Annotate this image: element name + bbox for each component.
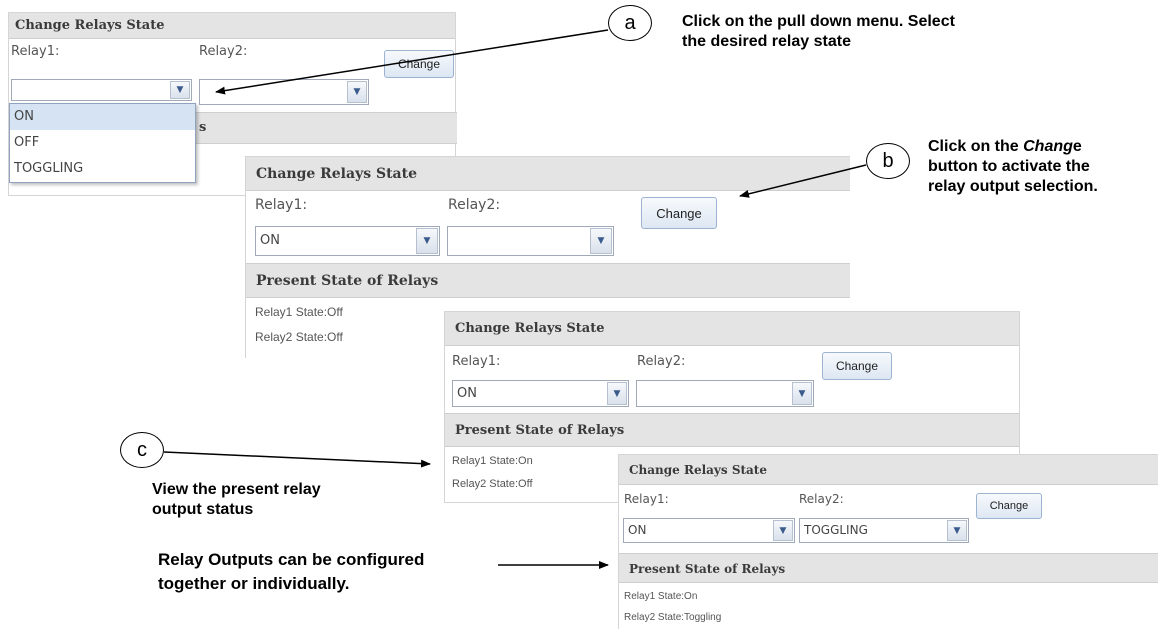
relay2-label: Relay2: xyxy=(448,197,501,213)
step-b-instruction: Click on the Change button to activate t… xyxy=(928,138,1098,195)
chevron-down-icon: ▼ xyxy=(347,81,367,103)
relay1-dropdown-list[interactable]: ON OFF TOGGLING xyxy=(9,103,196,183)
chevron-down-icon: ▼ xyxy=(773,520,793,541)
relay-outputs-note: Relay Outputs can be configured together… xyxy=(158,550,425,593)
relay2-select[interactable]: TOGGLING ▼ xyxy=(799,518,969,543)
chevron-down-icon: ▼ xyxy=(792,382,812,405)
relay1-select[interactable]: ON ▼ xyxy=(452,380,629,407)
step-b-marker: b xyxy=(866,143,910,179)
relay1-state: Relay1 State:Off xyxy=(255,305,343,319)
dropdown-option-off[interactable]: OFF xyxy=(10,130,195,156)
chevron-down-icon: ▼ xyxy=(607,382,627,405)
change-relays-header: Change Relays State xyxy=(445,312,1019,346)
present-state-header: Present State of Relays xyxy=(619,553,1158,583)
relay2-select[interactable]: ▼ xyxy=(199,79,369,105)
relay-panel-step-d: Change Relays State Relay1: Relay2: ON ▼… xyxy=(618,454,1158,629)
step-c-marker: c xyxy=(120,432,164,468)
relay2-label: Relay2: xyxy=(199,44,248,59)
dropdown-option-toggling[interactable]: TOGGLING xyxy=(10,156,195,182)
relay1-label: Relay1: xyxy=(11,44,60,59)
relay2-state: Relay2 State:Off xyxy=(255,330,343,344)
chevron-down-icon: ▼ xyxy=(590,228,612,254)
relay2-label: Relay2: xyxy=(799,492,844,506)
relay1-label: Relay1: xyxy=(255,197,308,213)
relay1-state: Relay1 State:On xyxy=(452,455,533,467)
relay1-select[interactable]: ON ▼ xyxy=(623,518,795,543)
relay2-label: Relay2: xyxy=(637,354,686,369)
relay2-select[interactable]: ▼ xyxy=(636,380,814,407)
step-c-instruction: View the present relay output status xyxy=(152,481,321,518)
relay1-label: Relay1: xyxy=(624,492,669,506)
chevron-down-icon: ▼ xyxy=(416,228,438,254)
change-button[interactable]: Change xyxy=(641,197,717,229)
relay1-label: Relay1: xyxy=(452,354,501,369)
present-state-header: Present State of Relays xyxy=(246,263,850,298)
change-relays-header: Change Relays State xyxy=(246,157,850,191)
relay2-state: Relay2 State:Off xyxy=(452,478,533,490)
relay2-state: Relay2 State:Toggling xyxy=(624,612,722,623)
relay1-select[interactable]: ▼ xyxy=(11,79,192,101)
change-button[interactable]: Change xyxy=(822,352,892,380)
relay1-select[interactable]: ON ▼ xyxy=(255,226,440,256)
chevron-down-icon: ▼ xyxy=(947,520,967,541)
chevron-down-icon: ▼ xyxy=(170,81,190,99)
dropdown-option-on[interactable]: ON xyxy=(10,104,195,130)
present-state-header: Present State of Relays xyxy=(445,413,1019,447)
change-relays-header: Change Relays State xyxy=(619,455,1158,485)
step-a-instruction: Click on the pull down menu. Select the … xyxy=(682,13,955,50)
relay2-select[interactable]: ▼ xyxy=(447,226,614,256)
change-button[interactable]: Change xyxy=(976,493,1042,519)
arrow-c xyxy=(163,451,431,468)
step-a-marker: a xyxy=(608,5,652,41)
change-button[interactable]: Change xyxy=(384,50,454,78)
change-relays-header: Change Relays State xyxy=(9,13,455,39)
relay1-state: Relay1 State:On xyxy=(624,591,698,602)
